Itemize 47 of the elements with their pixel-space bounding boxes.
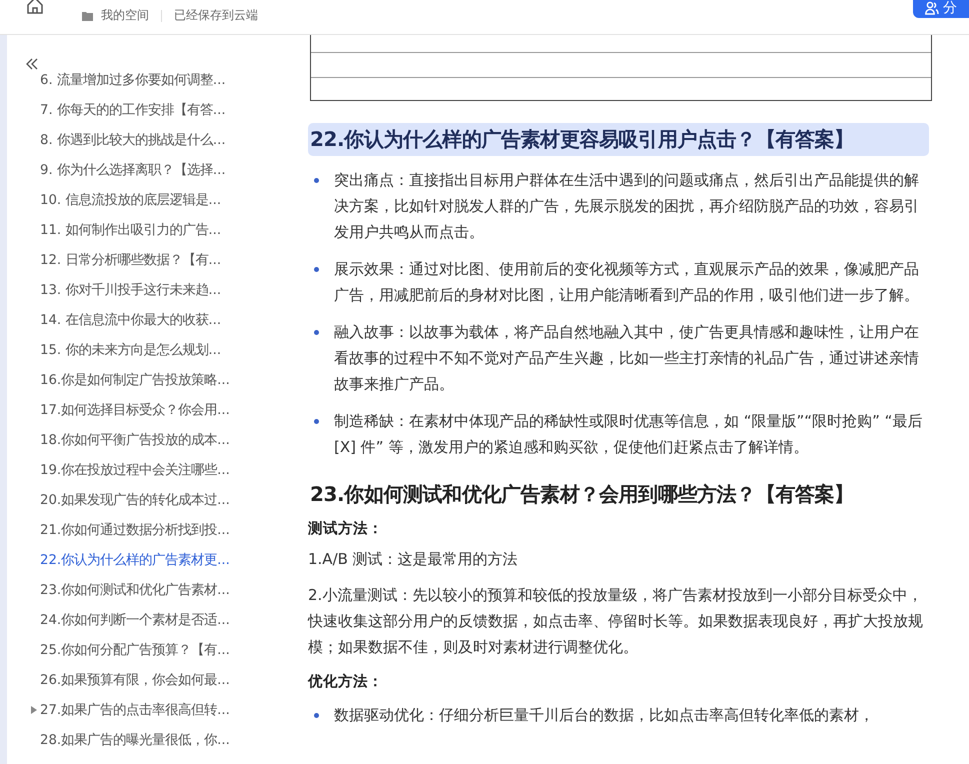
outline-item[interactable]: 16.你是如何制定广告投放策略... xyxy=(7,365,300,395)
outline-item[interactable]: 14. 在信息流中你最大的收获... xyxy=(7,305,300,335)
outline-item[interactable]: 21.你如何通过数据分析找到投... xyxy=(7,515,300,545)
bullet-text: 融入故事：以故事为载体，将产品自然地融入其中，使广告更具情感和趣味性，让用户在看故事的过程中不知不觉对产品产生兴趣，比如一些主打亲情的礼品广告，通过讲述亲情故事来推广产品。 xyxy=(334,322,920,395)
home-icon[interactable] xyxy=(26,0,44,14)
outline-item[interactable]: 7. 你每天的的工作安排【有答... xyxy=(7,95,300,125)
outline-item[interactable]: 18.你如何平衡广告投放的成本... xyxy=(7,425,300,455)
outline-item[interactable]: 17.如何选择目标受众？你会用... xyxy=(7,395,300,425)
bullet-dot xyxy=(314,178,319,183)
outline-item[interactable]: 22.你认为什么样的广告素材更... xyxy=(7,545,300,575)
space-label[interactable]: 我的空间 xyxy=(101,7,149,24)
bullet-dot xyxy=(314,267,319,272)
outline-item[interactable]: 20.如果发现广告的转化成本过... xyxy=(7,485,300,515)
outline-item[interactable]: 13. 你对千川投手这行未来趋... xyxy=(7,275,300,305)
outline-item[interactable]: 11. 如何制作出吸引力的广告... xyxy=(7,215,300,245)
section-heading: 22.你认为什么样的广告素材更容易吸引用户点击？【有答案】 xyxy=(308,123,929,156)
outline-item[interactable]: 23.你如何测试和优化广告素材... xyxy=(7,575,300,605)
outline-item[interactable]: 25.你如何分配广告预算？【有... xyxy=(7,635,300,665)
outline-item[interactable]: 6. 流量增加过多你要如何调整... xyxy=(7,65,300,95)
collapse-icon[interactable] xyxy=(25,57,39,71)
bullet-text: 数据驱动优化：仔细分析巨量千川后台的数据，比如点击率高但转化率低的素材， xyxy=(334,705,874,726)
bullet-dot xyxy=(314,330,319,335)
bullet-text: 展示效果：通过对比图、使用前后的变化视频等方式，直观展示产品的效果，像减肥产品广告，用减肥前后的身材对比图，让用户能清晰看到产品的作用，吸引他们进一步了解。 xyxy=(334,259,920,306)
bullet-dot xyxy=(314,419,319,424)
outline-item[interactable]: 9. 你为什么选择离职？【选择... xyxy=(7,155,300,185)
outline-item[interactable]: 8. 你遇到比较大的挑战是什么... xyxy=(7,125,300,155)
bullet-text: 突出痛点：直接指出目标用户群体在生活中遇到的问题或痛点，然后引出产品能提供的解决方案，比如针对脱发人群的广告，先展示脱发的困扰，再介绍防脱产品的功效，容易引发用户共鸣从而点击。 xyxy=(334,170,920,243)
paragraph: 2.小流量测试：先以较小的预算和较低的投放量级，将广告素材投放到一小部分目标受众中，快速收集这部分用户的反馈数据，如点击率、停留时长等。如果数据表现良好，再扩大投放规模；如果数据不佳，则及时对素材进行调整优化。 xyxy=(308,585,924,658)
folder-icon xyxy=(82,10,93,20)
outline-item[interactable]: 28.如果广告的曝光量很低，你... xyxy=(7,725,300,755)
share-button[interactable]: 分 xyxy=(913,0,969,18)
outline-item[interactable]: 19.你在投放过程中会关注哪些... xyxy=(7,455,300,485)
people-icon xyxy=(925,1,939,15)
bullet-text: 制造稀缺：在素材中体现产品的稀缺性或限时优惠等信息，如 “限量版”“限时抢购” “最后 [X] 件” 等，激发用户的紧迫感和购买欲，促使他们赶紧点击了解详情。 xyxy=(334,411,924,458)
subheading: 测试方法： xyxy=(308,519,384,538)
outline-item[interactable]: 27.如果广告的点击率很高但转... xyxy=(7,695,300,725)
outline-item[interactable]: 26.如果预算有限，你会如何最... xyxy=(7,665,300,695)
caret-icon[interactable] xyxy=(31,706,37,714)
paragraph: 1.A/B 测试：这是最常用的方法 xyxy=(308,549,519,570)
outline-item[interactable]: 15. 你的未来方向是怎么规划... xyxy=(7,335,300,365)
outline-item[interactable]: 12. 日常分析哪些数据？【有... xyxy=(7,245,300,275)
section-heading: 23.你如何测试和优化广告素材？会用到哪些方法？【有答案】 xyxy=(309,481,855,508)
outline-item[interactable]: 10. 信息流投放的底层逻辑是... xyxy=(7,185,300,215)
outline-item[interactable]: 24.你如何判断一个素材是否适... xyxy=(7,605,300,635)
subheading: 优化方法： xyxy=(308,672,384,691)
bullet-dot xyxy=(314,713,319,718)
save-status: 已经保存到云端 xyxy=(174,7,258,24)
